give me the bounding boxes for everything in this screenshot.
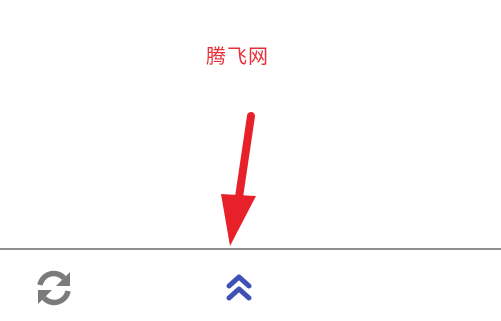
refresh-button[interactable]: [32, 266, 76, 310]
refresh-icon: [37, 270, 71, 306]
site-watermark: 腾飞网: [206, 44, 269, 68]
annotation-arrow-head: [221, 194, 256, 246]
bottom-toolbar: [0, 248, 501, 321]
double-chevron-up-icon: [226, 274, 252, 301]
scroll-to-top-button[interactable]: [219, 266, 259, 310]
annotation-arrow-shaft: [234, 112, 255, 208]
